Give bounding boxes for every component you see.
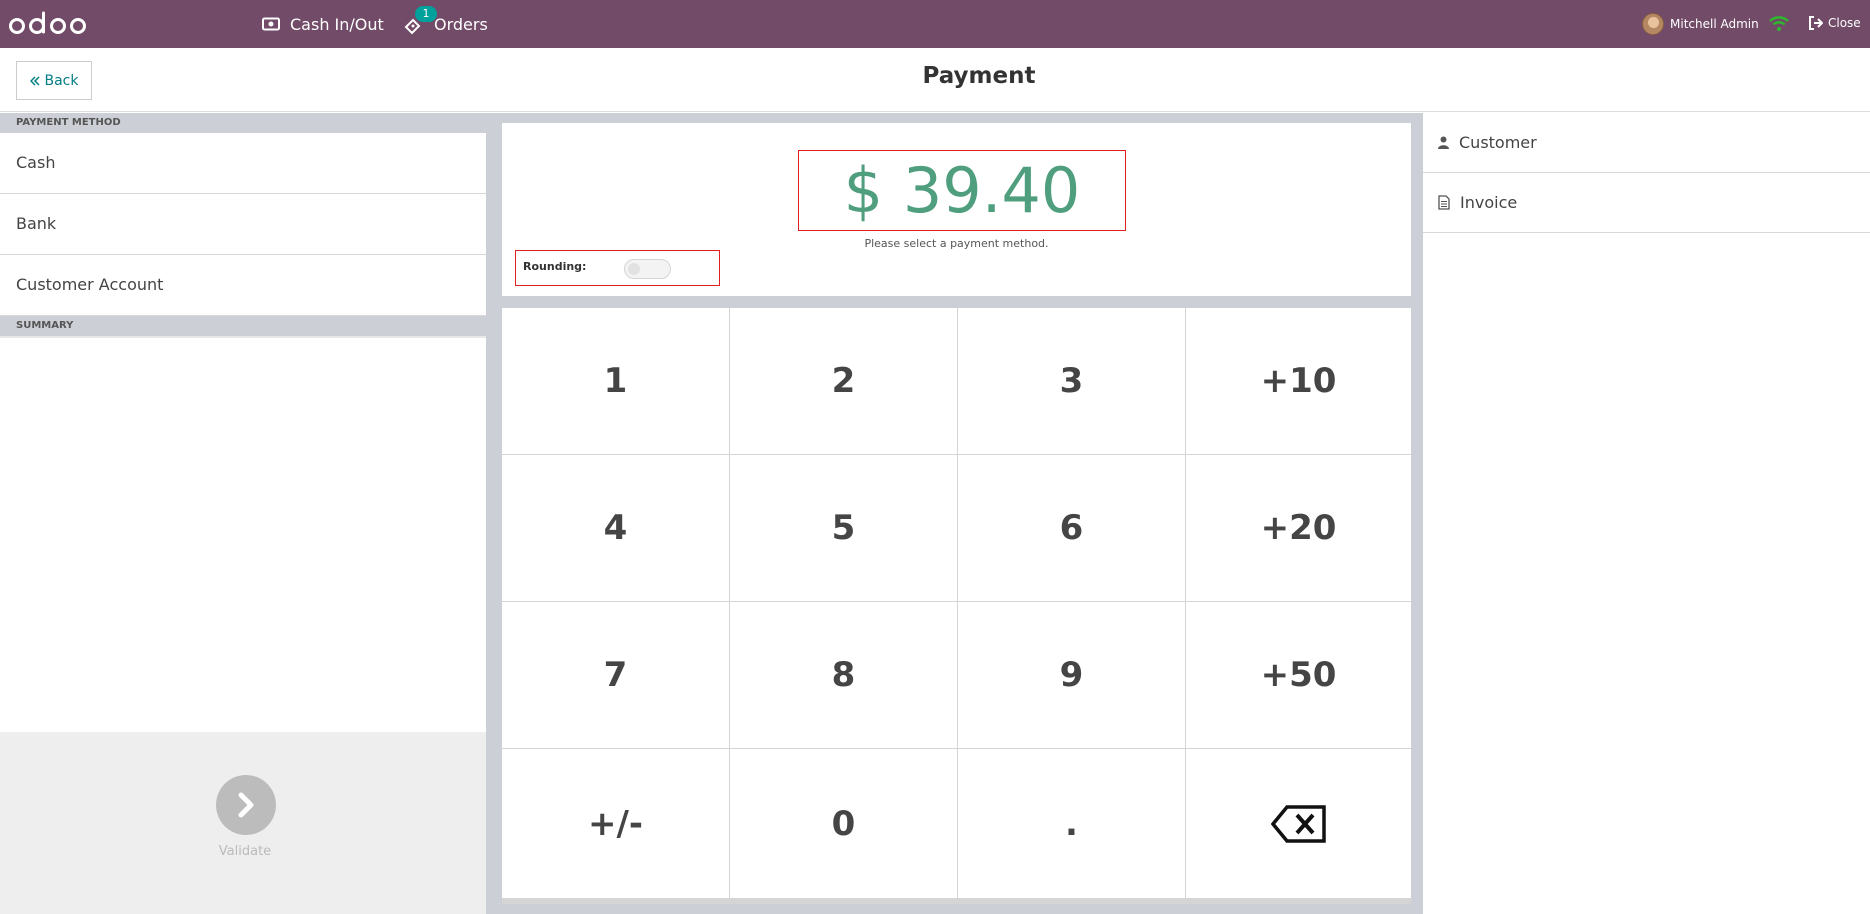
cash-in-out-label: Cash In/Out [290, 14, 384, 34]
file-text-icon [1438, 195, 1450, 210]
rounding-toggle[interactable] [624, 259, 671, 279]
close-button[interactable]: Close [1808, 12, 1861, 34]
numpad-key-0[interactable]: 0 [730, 749, 957, 898]
payment-method-cash[interactable]: Cash [0, 133, 486, 194]
invoice-label: Invoice [1460, 193, 1518, 212]
numpad-key-2[interactable]: 2 [730, 308, 957, 454]
numpad-key-5[interactable]: 5 [730, 455, 957, 601]
payment-method-heading: PAYMENT METHOD [0, 113, 486, 133]
validate-button[interactable] [216, 775, 276, 835]
rounding-label: Rounding: [523, 260, 587, 273]
payment-center-panel: $ 39.40 Please select a payment method. … [490, 113, 1423, 914]
user-menu[interactable]: Mitchell Admin [1642, 12, 1759, 36]
orders-button[interactable]: 1 Orders [404, 6, 488, 36]
avatar [1642, 13, 1664, 35]
backspace-icon [1270, 804, 1326, 843]
numpad-key-7[interactable]: 7 [502, 602, 729, 748]
rounding-control: Rounding: [515, 250, 720, 286]
total-amount: $ 39.40 [798, 150, 1126, 231]
amount-panel: $ 39.40 Please select a payment method. … [502, 123, 1411, 296]
numpad-key-backspace[interactable] [1186, 749, 1411, 898]
numpad-key-6[interactable]: 6 [958, 455, 1185, 601]
validate-label: Validate [218, 844, 272, 859]
payment-header: Back Payment [0, 48, 1870, 112]
wifi-icon [1769, 16, 1789, 31]
numpad: 1 2 3 +10 4 5 6 +20 7 8 9 +50 +/- 0 . [502, 308, 1411, 904]
validate-area: Validate [0, 732, 486, 914]
payment-method-customer-account[interactable]: Customer Account [0, 255, 486, 316]
payment-hint: Please select a payment method. [864, 237, 1049, 250]
close-label: Close [1828, 16, 1861, 30]
chevron-right-icon [238, 792, 254, 818]
numpad-key-plus-50[interactable]: +50 [1186, 602, 1411, 748]
odoo-logo [9, 11, 86, 34]
summary-divider [0, 336, 486, 338]
top-bar: Cash In/Out 1 Orders Mitchell Admin Clos… [0, 0, 1870, 48]
payment-method-bank[interactable]: Bank [0, 194, 486, 255]
numpad-key-8[interactable]: 8 [730, 602, 957, 748]
payment-options-panel: Customer Invoice [1423, 113, 1870, 914]
page-title: Payment [922, 63, 1036, 89]
user-name: Mitchell Admin [1670, 17, 1759, 31]
customer-label: Customer [1459, 133, 1537, 152]
cash-in-out-button[interactable]: Cash In/Out [262, 12, 384, 36]
numpad-key-plus-20[interactable]: +20 [1186, 455, 1411, 601]
money-icon [262, 17, 280, 31]
numpad-key-3[interactable]: 3 [958, 308, 1185, 454]
summary-heading: SUMMARY [0, 316, 486, 336]
sign-out-icon [1809, 16, 1823, 30]
numpad-key-plus-10[interactable]: +10 [1186, 308, 1411, 454]
user-icon [1438, 136, 1449, 149]
orders-label: Orders [434, 14, 488, 34]
numpad-key-1[interactable]: 1 [502, 308, 729, 454]
orders-count-badge: 1 [415, 6, 437, 22]
invoice-button[interactable]: Invoice [1423, 173, 1870, 233]
numpad-key-9[interactable]: 9 [958, 602, 1185, 748]
orders-icon-wrap: 1 [404, 6, 437, 35]
numpad-key-plus-minus[interactable]: +/- [502, 749, 729, 898]
customer-button[interactable]: Customer [1423, 113, 1870, 173]
payment-methods-panel: PAYMENT METHOD Cash Bank Customer Accoun… [0, 113, 490, 914]
numpad-key-4[interactable]: 4 [502, 455, 729, 601]
numpad-key-decimal[interactable]: . [958, 749, 1185, 898]
